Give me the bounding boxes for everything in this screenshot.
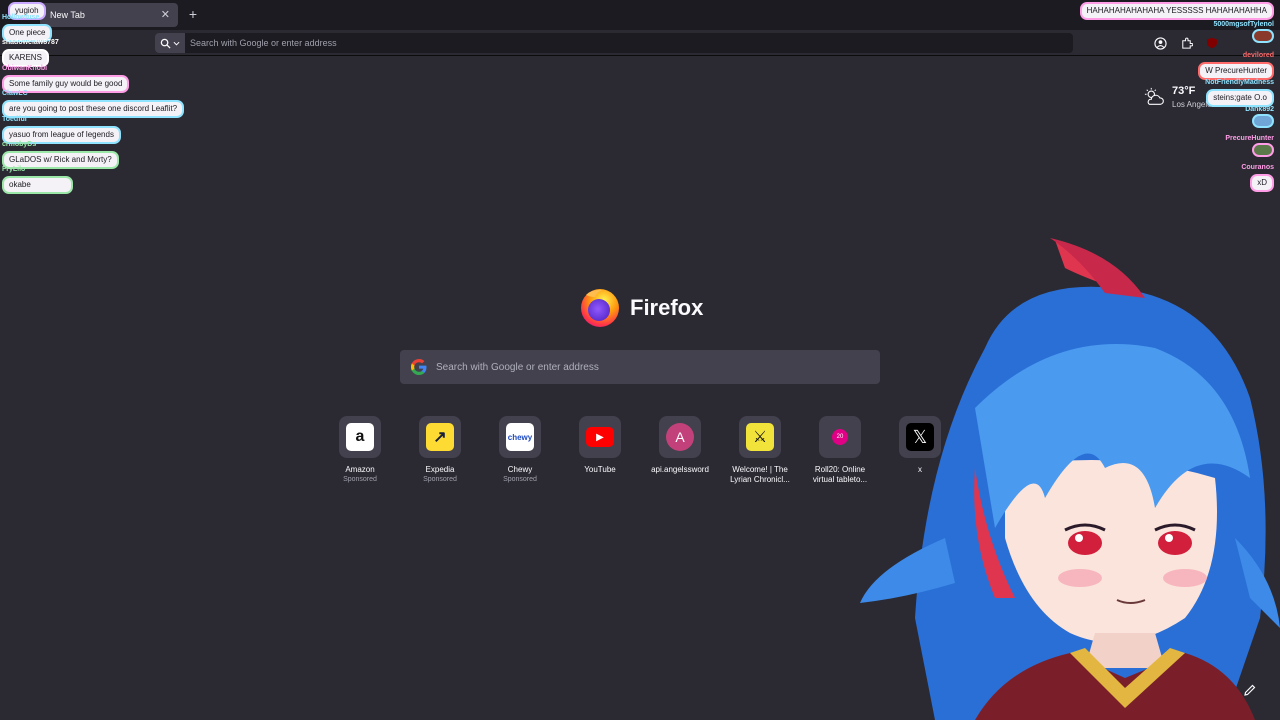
weather-temperature: 73°F	[1172, 85, 1196, 97]
chat-emote	[1252, 143, 1274, 157]
chat-username: FryLilo	[2, 166, 26, 173]
youtube-icon: ▶	[586, 427, 614, 447]
firefox-icon	[581, 289, 619, 327]
expedia-icon: ↗	[426, 423, 454, 451]
new-tab-button[interactable]: +	[186, 6, 200, 22]
main-search-placeholder: Search with Google or enter address	[436, 361, 599, 373]
address-bar[interactable]: Search with Google or enter address	[155, 33, 1073, 53]
chat-username: devilored	[1242, 52, 1274, 59]
search-engine-button[interactable]	[155, 33, 185, 53]
shortcut-lyrian-chronicles[interactable]: ⚔ Welcome! | The Lyrian Chronicl...	[720, 416, 800, 485]
chat-message: Toedful yasuo from league of legends	[2, 116, 121, 144]
close-tab-icon[interactable]: ✕	[161, 8, 170, 21]
chat-message: Hollowfuse One piece	[2, 14, 53, 42]
chat-emote	[1252, 114, 1274, 128]
shortcut-amazon[interactable]: a Amazon Sponsored	[320, 416, 400, 483]
chat-message: NotFriendlyMadness steins;gate O.o	[1205, 79, 1274, 107]
sponsored-label: Sponsored	[423, 476, 457, 483]
chat-message: PrecureHunter	[1225, 135, 1274, 162]
chat-message: 5000mgsofTylenol	[1213, 21, 1274, 48]
sponsored-label: Sponsored	[343, 476, 377, 483]
chewy-icon: chewy	[506, 423, 534, 451]
shortcut-tile: a	[339, 416, 381, 458]
chat-message: devilored W PrecureHunter	[1198, 52, 1274, 80]
shortcut-chewy[interactable]: chewy Chewy Sponsored	[480, 416, 560, 483]
firefox-logo: Firefox	[578, 285, 708, 329]
shortcut-expedia[interactable]: ↗ Expedia Sponsored	[400, 416, 480, 483]
chat-message: shadowclaw8787 KARENS	[2, 39, 59, 67]
shortcut-tile: chewy	[499, 416, 541, 458]
chat-message: HAHAHAHAHAHAHA YESSSSS HAHAHAHAHHA	[1079, 0, 1274, 20]
search-icon	[160, 38, 171, 49]
shortcut-angelssword[interactable]: A api.angelssword	[640, 416, 720, 475]
chat-username: ClawLC	[2, 90, 28, 97]
chat-text: xD	[1250, 174, 1274, 192]
chat-text: HAHAHAHAHAHAHA YESSSSS HAHAHAHAHHA	[1079, 2, 1274, 20]
extensions-icon[interactable]	[1178, 35, 1194, 51]
address-placeholder: Search with Google or enter address	[190, 38, 337, 48]
crossed-swords-icon: ⚔	[746, 423, 774, 451]
main-search-input[interactable]: Search with Google or enter address	[400, 350, 880, 384]
toolbar-icons	[1152, 35, 1220, 51]
shortcut-tile: ↗	[419, 416, 461, 458]
chevron-down-icon	[173, 41, 180, 46]
shortcut-youtube[interactable]: ▶ YouTube	[560, 416, 640, 475]
chat-message: Dank892	[1245, 106, 1274, 133]
account-icon[interactable]	[1152, 35, 1168, 51]
letter-a-icon: A	[666, 423, 694, 451]
partly-cloudy-icon	[1144, 87, 1164, 105]
chat-emote	[1252, 29, 1274, 43]
chat-username: shadowclaw8787	[2, 39, 59, 46]
chat-username: crmobyDs	[2, 141, 37, 148]
vtuber-avatar	[860, 238, 1280, 720]
nav-bar: Search with Google or enter address	[0, 30, 1280, 56]
chat-text: steins;gate O.o	[1206, 89, 1274, 107]
chat-username: PrecureHunter	[1225, 135, 1274, 142]
chat-message: Couranos xD	[1241, 164, 1274, 192]
shortcut-tile: ▶	[579, 416, 621, 458]
shortcut-label: Expedia	[425, 465, 455, 474]
chat-message: ObiwanKnobi Some family guy would be goo…	[2, 65, 130, 93]
chat-username: 5000mgsofTylenol	[1213, 21, 1274, 28]
chat-message: ClawLC are you going to post these one d…	[2, 90, 185, 118]
chat-username: Toedful	[2, 116, 27, 123]
chat-username: Dank892	[1245, 106, 1274, 113]
tab-title: New Tab	[50, 10, 85, 20]
customize-button[interactable]	[1240, 680, 1260, 700]
shortcut-label: Chewy	[507, 465, 533, 474]
chat-username: Hollowfuse	[2, 14, 40, 21]
chat-text: okabe	[2, 176, 73, 194]
amazon-icon: a	[346, 423, 374, 451]
chat-username: ObiwanKnobi	[2, 65, 48, 72]
brand-name: Firefox	[630, 295, 704, 320]
sponsored-label: Sponsored	[503, 476, 537, 483]
pencil-icon	[1244, 684, 1256, 696]
shortcut-label: YouTube	[584, 465, 616, 474]
chat-username: NotFriendlyMadness	[1205, 79, 1274, 86]
shortcut-tile: A	[659, 416, 701, 458]
shortcut-label: Welcome! | The Lyrian Chronicl...	[730, 465, 790, 484]
shortcut-tile: ⚔	[739, 416, 781, 458]
google-g-icon	[411, 359, 427, 375]
tab-new-tab[interactable]: New Tab ✕	[40, 3, 178, 27]
shortcut-label: api.angelssword	[651, 465, 709, 474]
chat-username: Couranos	[1241, 164, 1274, 171]
chat-message: FryLilo okabe	[2, 166, 73, 194]
chat-text: W PrecureHunter	[1198, 62, 1274, 80]
roll20-icon: 20	[832, 429, 848, 445]
shortcut-label: Amazon	[345, 465, 375, 474]
chat-message: crmobyDs GLaDOS w/ Rick and Morty?	[2, 141, 119, 169]
